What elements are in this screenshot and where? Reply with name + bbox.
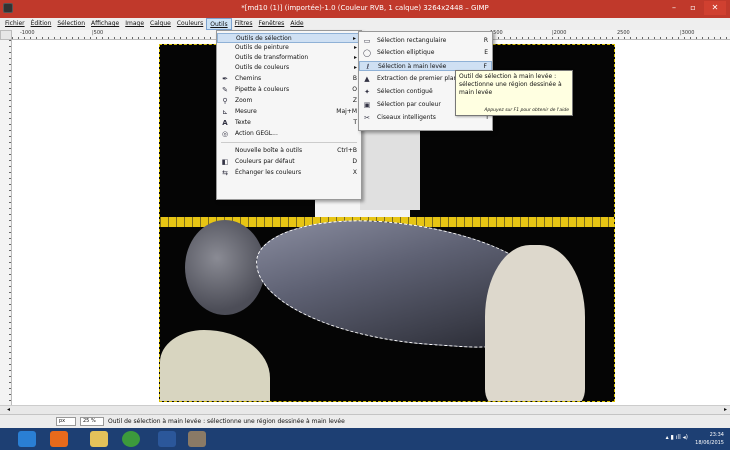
menu-item-chemins[interactable]: ✒ Chemins B	[217, 74, 361, 84]
title-bar: *[md10 (1)] (importée)-1.0 (Couleur RVB,…	[0, 0, 730, 18]
tools-menu: Outils de sélection ▸ Outils de peinture…	[216, 30, 362, 200]
scroll-right-icon[interactable]: ▸	[721, 406, 730, 414]
ruler-corner[interactable]	[0, 30, 12, 40]
menu-item-selection-rectangulaire[interactable]: ▭ Sélection rectangulaire R	[359, 36, 492, 46]
measure-icon: ⊾	[222, 108, 228, 116]
menu-item-zoom[interactable]: ⚲ Zoom Z	[217, 96, 361, 106]
menu-bar: Fichier Édition Sélection Affichage Imag…	[0, 18, 730, 30]
hand-left	[160, 330, 270, 401]
rect-select-icon: ▭	[363, 37, 371, 45]
horizontal-scrollbar[interactable]: ◂ ▸	[0, 405, 730, 414]
menu-edition[interactable]: Édition	[28, 18, 55, 30]
submenu-arrow-icon: ▸	[353, 44, 357, 51]
taskbar: ▴ ▮ ıll ◂) 23:34 18/06/2015	[0, 428, 730, 450]
window-title: *[md10 (1)] (importée)-1.0 (Couleur RVB,…	[241, 4, 489, 12]
menu-image[interactable]: Image	[122, 18, 147, 30]
menu-item-action-gegl[interactable]: ◎ Action GEGL...	[217, 129, 361, 139]
status-bar: px 25 % Outil de sélection à main levée …	[0, 414, 730, 428]
close-button[interactable]: ✕	[704, 1, 726, 15]
menu-item-outils-peinture[interactable]: Outils de peinture ▸	[217, 43, 361, 53]
ellipse-select-icon: ◯	[363, 49, 371, 57]
foreground-select-icon: ▲	[364, 75, 370, 83]
menu-filtres[interactable]: Filtres	[232, 18, 256, 30]
menu-item-outils-transformation[interactable]: Outils de transformation ▸	[217, 53, 361, 63]
clock[interactable]: 23:34 18/06/2015	[695, 431, 724, 447]
menu-selection[interactable]: Sélection	[54, 18, 88, 30]
clock-date: 18/06/2015	[695, 440, 724, 446]
default-colors-icon: ◧	[221, 158, 229, 166]
firefox-icon[interactable]	[50, 431, 68, 447]
menu-fichier[interactable]: Fichier	[2, 18, 28, 30]
color-picker-icon: ✎	[222, 86, 228, 94]
gegl-icon: ◎	[221, 130, 229, 138]
menu-couleurs[interactable]: Couleurs	[174, 18, 206, 30]
ruler-label: |500	[92, 30, 104, 36]
scroll-left-icon[interactable]: ◂	[4, 406, 13, 414]
menu-item-outils-selection[interactable]: Outils de sélection ▸	[217, 33, 361, 43]
ruler-label: |3000	[680, 30, 695, 36]
tooltip: Outil de sélection à main levée : sélect…	[455, 70, 573, 116]
vertical-ruler[interactable]	[0, 40, 12, 405]
hand-right	[485, 245, 585, 401]
submenu-arrow-icon: ▸	[353, 64, 357, 71]
clock-time: 23:34	[709, 432, 724, 438]
image-paper-shadow	[360, 120, 420, 210]
window-controls: – ▫ ✕	[666, 1, 726, 17]
ruler-label: |2000	[552, 30, 567, 36]
tooltip-help: Appuyez sur F1 pour obtenir de l'aide	[484, 108, 569, 113]
file-explorer-icon[interactable]	[90, 431, 108, 447]
menu-item-texte[interactable]: A Texte T	[217, 118, 361, 128]
swap-colors-icon: ⇆	[222, 169, 228, 177]
chrome-icon[interactable]	[122, 431, 140, 447]
zoom-selector[interactable]: 25 %	[80, 417, 104, 426]
menu-item-outils-couleurs[interactable]: Outils de couleurs ▸	[217, 63, 361, 73]
ruler-label: -1000	[20, 30, 35, 36]
text-tool-icon: A	[222, 119, 228, 127]
menu-item-couleurs-defaut[interactable]: ◧ Couleurs par défaut D	[217, 157, 361, 167]
unit-selector[interactable]: px	[56, 417, 76, 426]
tooltip-text: Outil de sélection à main levée : sélect…	[459, 73, 562, 96]
maximize-button[interactable]: ▫	[685, 1, 701, 15]
menu-separator	[221, 142, 357, 143]
color-select-icon: ▣	[363, 101, 371, 109]
gimp-taskbar-icon[interactable]	[188, 431, 206, 447]
fuzzy-select-icon: ✦	[364, 88, 370, 96]
menu-item-pipette[interactable]: ✎ Pipette à couleurs O	[217, 85, 361, 95]
menu-fenetres[interactable]: Fenêtres	[255, 18, 287, 30]
menu-aide[interactable]: Aide	[287, 18, 306, 30]
lasso-icon: ℓ	[366, 63, 370, 71]
internet-explorer-icon[interactable]	[18, 431, 36, 447]
minimize-button[interactable]: –	[666, 1, 682, 15]
menu-item-selection-elliptique[interactable]: ◯ Sélection elliptique E	[359, 48, 492, 58]
menu-item-echanger-couleurs[interactable]: ⇆ Échanger les couleurs X	[217, 168, 361, 178]
ruler-label: 2500	[617, 30, 630, 36]
word-icon[interactable]	[158, 431, 176, 447]
menu-calque[interactable]: Calque	[147, 18, 174, 30]
scissors-icon: ✂	[364, 114, 370, 122]
menu-item-mesure[interactable]: ⊾ Mesure Maj+M	[217, 107, 361, 117]
menu-outils[interactable]: Outils	[206, 18, 232, 30]
system-tray-icons[interactable]: ▴ ▮ ıll ◂)	[666, 434, 688, 441]
menu-affichage[interactable]: Affichage	[88, 18, 122, 30]
status-message: Outil de sélection à main levée : sélect…	[108, 418, 345, 425]
paths-icon: ✒	[222, 75, 228, 83]
submenu-arrow-icon: ▸	[353, 54, 357, 61]
menu-item-nouvelle-boite[interactable]: Nouvelle boîte à outils Ctrl+B	[217, 146, 361, 156]
pigeon-head	[185, 220, 265, 315]
zoom-icon: ⚲	[222, 97, 228, 105]
